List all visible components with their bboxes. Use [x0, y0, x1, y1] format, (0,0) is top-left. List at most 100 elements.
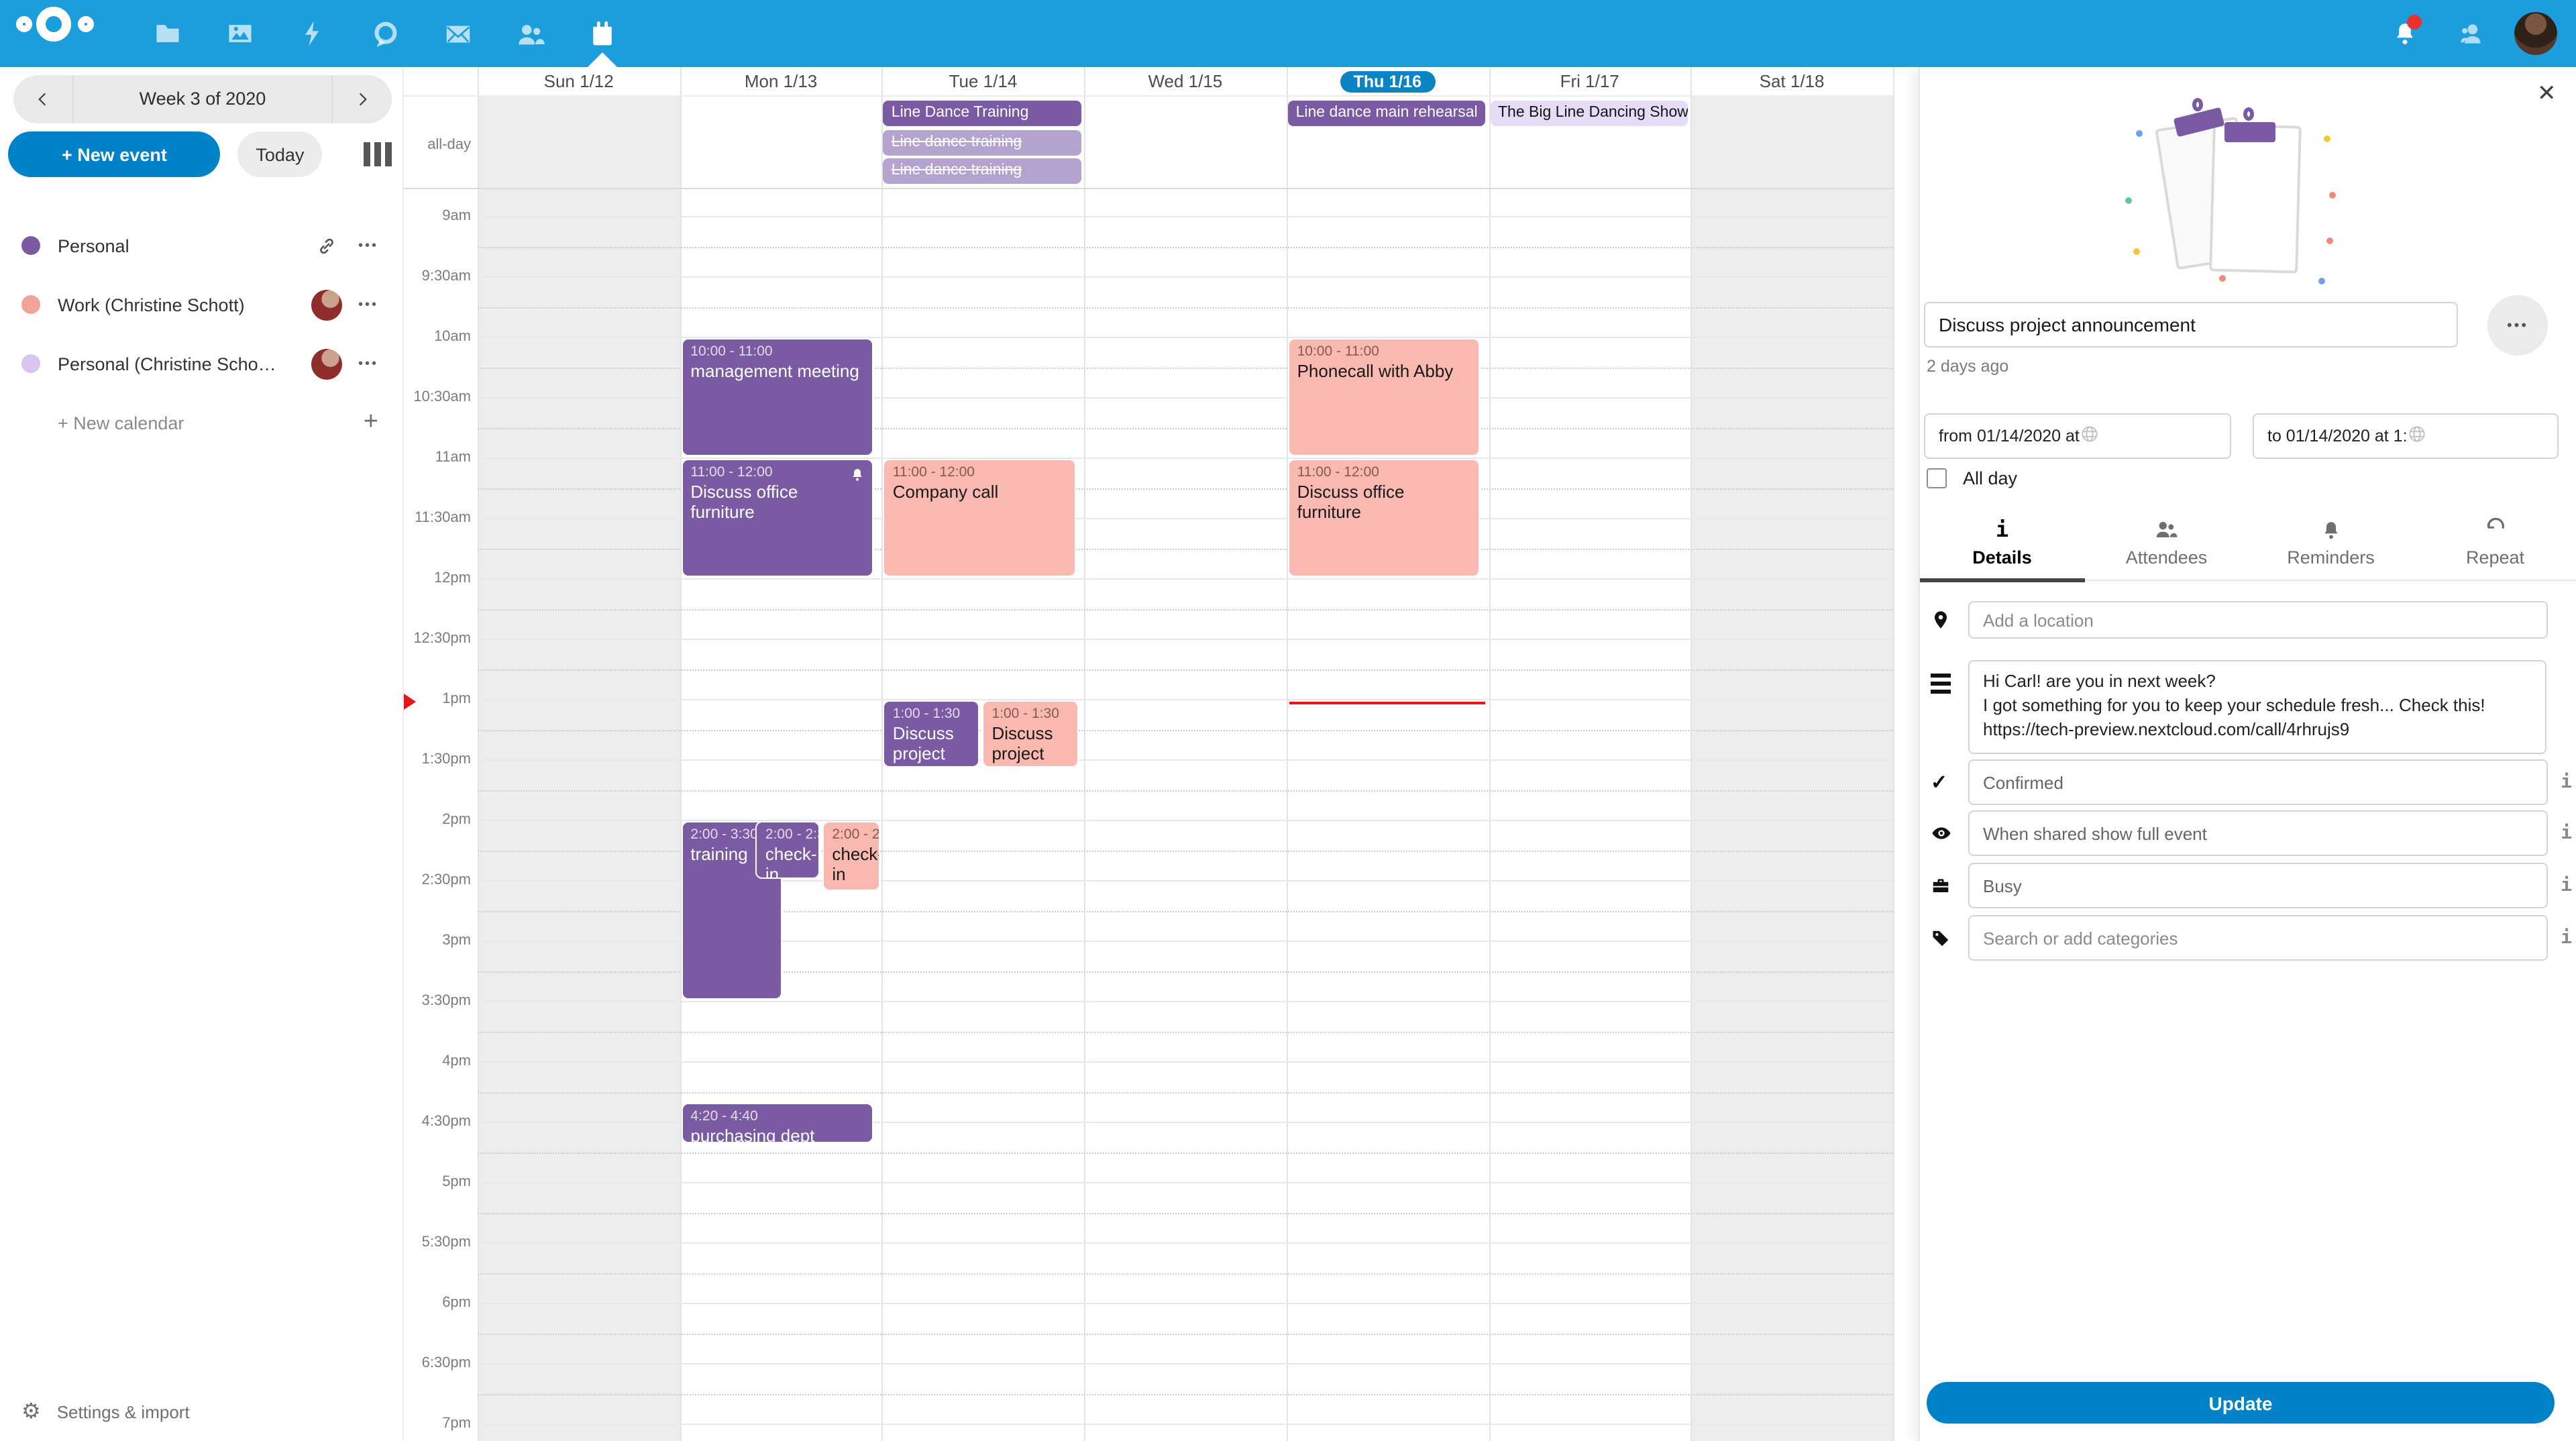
status-select[interactable]: Confirmed [1968, 759, 2548, 805]
day-header: Sun 1/12 [478, 67, 680, 95]
time-label: 6:30pm [404, 1355, 471, 1371]
grid-hour-line [478, 1061, 1893, 1063]
tab-label: Attendees [2126, 547, 2208, 568]
calendar-event[interactable]: 11:00 - 12:00Discuss office furniture [1288, 459, 1481, 577]
timezone-globe-icon[interactable] [2407, 424, 2546, 448]
today-button[interactable]: Today [238, 131, 322, 177]
new-event-button[interactable]: + New event [8, 131, 221, 177]
visibility-select[interactable]: When shared show full event [1968, 810, 2548, 856]
calendar-event[interactable]: 1:00 - 1:30Discuss project [982, 700, 1079, 767]
description-textarea[interactable]: Hi Carl! are you in next week? I got som… [1968, 660, 2546, 754]
event-time: 10:00 - 11:00 [690, 342, 864, 361]
calendar-item-work[interactable]: Work (Christine Schott) ••• [0, 287, 402, 322]
grid-quarter-line [478, 669, 1893, 670]
calendar-event[interactable]: 4:20 - 4:40purchasing dept [681, 1103, 873, 1143]
calendar-color-dot [21, 354, 40, 373]
all-day-event[interactable]: Line dance training [883, 158, 1081, 184]
top-bar [0, 0, 2576, 67]
contacts-search-icon[interactable] [2447, 9, 2496, 58]
time-label: 7pm [404, 1416, 471, 1432]
photos-icon[interactable] [204, 0, 276, 67]
calendar-item-personal[interactable]: Personal ••• [0, 228, 402, 263]
event-time: 4:20 - 4:40 [690, 1107, 864, 1126]
files-icon[interactable] [131, 0, 204, 67]
notifications-bell-icon[interactable] [2380, 9, 2428, 58]
grid-quarter-line [478, 1333, 1893, 1334]
user-avatar[interactable] [2514, 12, 2557, 55]
view-toggle-icon[interactable] [364, 142, 392, 166]
all-day-event[interactable]: Line dance training [883, 129, 1081, 155]
calendar-icon[interactable] [566, 0, 639, 67]
grid-quarter-line [478, 790, 1893, 791]
tab-details[interactable]: i Details [1920, 510, 2084, 580]
current-time-line [1289, 701, 1486, 704]
grid-hour-line [478, 639, 1893, 640]
start-date-field[interactable]: from 01/14/2020 at 1:00 PM [1924, 413, 2231, 459]
calendar-event[interactable]: 10:00 - 11:00Phonecall with Abby [1288, 338, 1481, 456]
freebusy-select[interactable]: Busy [1968, 863, 2548, 908]
calendar-event[interactable]: 11:00 - 12:00Company call [883, 459, 1076, 577]
status-row: ✓ Confirmed i [1920, 759, 2576, 805]
day-header: Mon 1/13 [680, 67, 881, 95]
visibility-row: When shared show full event i [1920, 810, 2576, 856]
info-icon[interactable]: i [2561, 822, 2572, 844]
event-time: 11:00 - 12:00 [690, 463, 864, 482]
calendar-color-dot [21, 236, 40, 255]
settings-import-button[interactable]: ⚙ Settings & import [21, 1398, 190, 1425]
all-day-event[interactable]: Line Dance Training [883, 101, 1081, 126]
talk-icon[interactable] [349, 0, 421, 67]
contacts-icon[interactable] [494, 0, 566, 67]
calendar-menu-icon[interactable]: ••• [358, 356, 378, 371]
tab-attendees[interactable]: Attendees [2084, 510, 2249, 580]
categories-input[interactable] [1983, 928, 2533, 948]
timezone-globe-icon[interactable] [2079, 424, 2219, 448]
previous-week-button[interactable] [13, 75, 72, 123]
time-label: 5pm [404, 1174, 471, 1190]
all-day-event[interactable]: The Big Line Dancing Show [1490, 101, 1688, 126]
info-icon[interactable]: i [2561, 875, 2572, 896]
new-calendar-row[interactable]: + New calendar + [0, 405, 402, 440]
grid-quarter-line [478, 1212, 1893, 1214]
share-link-icon[interactable] [317, 235, 337, 256]
calendar-event[interactable]: 2:00 - 2:30check-in [756, 821, 820, 879]
repeat-icon [2483, 518, 2508, 542]
calendar-event[interactable]: 10:00 - 11:00management meeting [681, 338, 873, 456]
app-viewport: Week 3 of 2020 + New event Today Persona… [0, 0, 2576, 1441]
all-day-event[interactable]: Line dance main rehearsal [1288, 101, 1486, 126]
calendar-item-personal-shared[interactable]: Personal (Christine Scho… ••• [0, 346, 402, 381]
nextcloud-logo[interactable] [16, 11, 97, 56]
calendar-event[interactable]: 1:00 - 1:30Discuss project announcement [883, 700, 980, 767]
event-title-input[interactable] [1924, 302, 2458, 348]
location-input[interactable] [1983, 610, 2533, 630]
info-icon[interactable]: i [2561, 927, 2572, 949]
close-icon[interactable]: ✕ [2537, 81, 2557, 107]
header-divider [404, 95, 1893, 97]
activity-icon[interactable] [276, 0, 349, 67]
tag-icon [1931, 928, 1951, 948]
next-week-button[interactable] [333, 75, 392, 123]
tab-repeat[interactable]: Repeat [2413, 510, 2576, 580]
calendar-event[interactable]: 2:00 - 2:30check-in [822, 821, 880, 891]
info-icon[interactable]: i [2561, 771, 2572, 793]
check-icon: ✓ [1931, 770, 1947, 794]
all-day-divider [404, 188, 1893, 189]
calendar-menu-icon[interactable]: ••• [358, 297, 378, 312]
all-day-checkbox[interactable] [1927, 468, 1947, 488]
event-time: 2:00 - 2:30 [765, 825, 810, 844]
mail-icon[interactable] [421, 0, 494, 67]
end-date-field[interactable]: to 01/14/2020 at 1:30 PM [2253, 413, 2559, 459]
grid-quarter-line [478, 1152, 1893, 1153]
time-label: 12pm [404, 570, 471, 586]
time-label: 2:30pm [404, 872, 471, 888]
notification-dot [2407, 15, 2422, 30]
plus-icon[interactable]: + [364, 408, 378, 437]
calendar-event[interactable]: 11:00 - 12:00Discuss office furniture [681, 459, 873, 577]
calendar-name: Personal [58, 235, 317, 256]
week-label[interactable]: Week 3 of 2020 [72, 75, 333, 123]
event-title: purchasing dept [690, 1126, 864, 1143]
time-label: 12:30pm [404, 631, 471, 647]
event-menu-button[interactable]: ••• [2487, 295, 2548, 356]
tab-reminders[interactable]: Reminders [2249, 510, 2413, 580]
update-button[interactable]: Update [1927, 1382, 2555, 1424]
calendar-menu-icon[interactable]: ••• [358, 238, 378, 253]
